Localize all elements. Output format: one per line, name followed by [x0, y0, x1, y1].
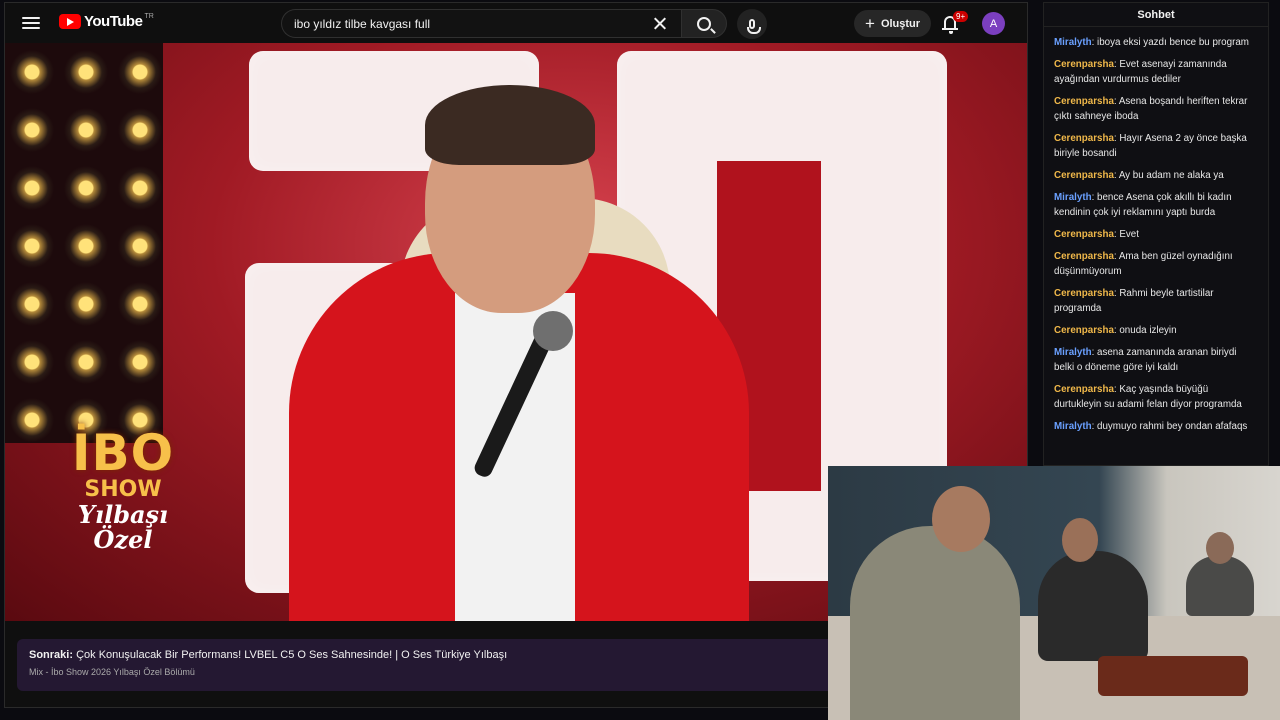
chat-username[interactable]: Cerenparsha [1054, 229, 1114, 240]
chat-username[interactable]: Cerenparsha [1054, 384, 1114, 395]
show-title: İBO [71, 424, 175, 482]
search-input[interactable] [294, 16, 651, 31]
chat-username[interactable]: Cerenparsha [1054, 133, 1114, 144]
streamer-2-head [1062, 518, 1098, 562]
chat-list: Miralyth: iboya eksi yazdı bence bu prog… [1044, 27, 1268, 449]
chat-message: Miralyth: bence Asena çok akıllı bi kadı… [1054, 190, 1258, 220]
logo-country-code: TR [144, 13, 154, 20]
youtube-play-icon [59, 14, 81, 29]
hamburger-menu-icon[interactable] [21, 13, 41, 33]
avatar[interactable]: A [982, 12, 1005, 35]
chat-username[interactable]: Cerenparsha [1054, 325, 1114, 336]
chat-username[interactable]: Cerenparsha [1054, 59, 1114, 70]
chat-message: Cerenparsha: Evet asenayi zamanında ayağ… [1054, 57, 1258, 87]
microphone-head [533, 311, 573, 351]
notifications-button[interactable]: 9+ [939, 11, 969, 36]
chat-username[interactable]: Miralyth [1054, 192, 1092, 203]
chat-message: Cerenparsha: Asena boşandı heriften tekr… [1054, 94, 1258, 124]
search-box [281, 9, 681, 38]
chat-text: onuda izleyin [1119, 325, 1177, 336]
show-script-1: Yılbaşı [77, 500, 169, 530]
plus-icon: + [865, 14, 875, 33]
webcam-overlay [828, 466, 1280, 720]
chat-text: duymuyo rahmi bey ondan afafaqs [1097, 421, 1248, 432]
stage-lights [5, 43, 163, 443]
search-button[interactable] [681, 9, 727, 38]
chat-username[interactable]: Cerenparsha [1054, 288, 1114, 299]
chat-message: Cerenparsha: Hayır Asena 2 ay önce başka… [1054, 131, 1258, 161]
chat-message: Cerenparsha: Rahmi beyle tartistilar pro… [1054, 286, 1258, 316]
chat-text: iboya eksi yazdı bence bu program [1097, 37, 1249, 48]
chat-username[interactable]: Miralyth [1054, 37, 1092, 48]
youtube-logo[interactable]: YouTube TR [59, 13, 154, 30]
chat-message: Miralyth: iboya eksi yazdı bence bu prog… [1054, 35, 1258, 50]
screen: YouTube TR + Oluştur 9+ [0, 0, 1280, 720]
voice-search-button[interactable] [737, 9, 767, 39]
search-bar [281, 9, 727, 38]
chat-panel: Sohbet Miralyth: iboya eksi yazdı bence … [1043, 2, 1269, 466]
chat-username[interactable]: Miralyth [1054, 421, 1092, 432]
notification-badge: 9+ [953, 11, 969, 22]
up-next-prefix: Sonraki: [29, 649, 74, 661]
create-button[interactable]: + Oluştur [854, 10, 932, 37]
clear-search-icon[interactable] [651, 15, 669, 33]
chat-username[interactable]: Cerenparsha [1054, 96, 1114, 107]
topbar: YouTube TR + Oluştur 9+ [5, 3, 1027, 43]
chat-message: Miralyth: duymuyo rahmi bey ondan afafaq… [1054, 419, 1258, 434]
chat-text: Ay bu adam ne alaka ya [1118, 170, 1224, 181]
create-label: Oluştur [880, 17, 921, 30]
coffee-table [1098, 656, 1248, 696]
chat-username[interactable]: Cerenparsha [1054, 251, 1114, 262]
chat-text: Evet [1119, 229, 1139, 240]
streamer-2 [1038, 551, 1148, 661]
streamer-3-head [1206, 532, 1234, 564]
microphone-icon [747, 19, 761, 34]
chat-username[interactable]: Cerenparsha [1054, 170, 1114, 181]
chat-message: Cerenparsha: onuda izleyin [1054, 323, 1258, 338]
host-hair [425, 85, 595, 165]
search-icon [697, 16, 711, 31]
chat-message: Miralyth: asena zamanında aranan biriydi… [1054, 345, 1258, 375]
chat-username[interactable]: Miralyth [1054, 347, 1092, 358]
streamer-3 [1186, 556, 1254, 616]
streamer-1 [850, 526, 1020, 720]
show-logo: İBO SHOW Yılbaşı Özel [63, 428, 183, 553]
chat-header: Sohbet [1044, 3, 1268, 27]
show-script-2: Özel [93, 525, 153, 555]
chat-message: Cerenparsha: Ay bu adam ne alaka ya [1054, 168, 1258, 183]
up-next-video-title: Çok Konuşulacak Bir Performans! LVBEL C5… [76, 649, 508, 661]
logo-text: YouTube [84, 13, 143, 30]
chat-message: Cerenparsha: Kaç yaşında büyüğü durtukle… [1054, 382, 1258, 412]
chat-message: Cerenparsha: Evet [1054, 227, 1258, 242]
streamer-1-head [932, 486, 990, 552]
chat-message: Cerenparsha: Ama ben güzel oynadığını dü… [1054, 249, 1258, 279]
